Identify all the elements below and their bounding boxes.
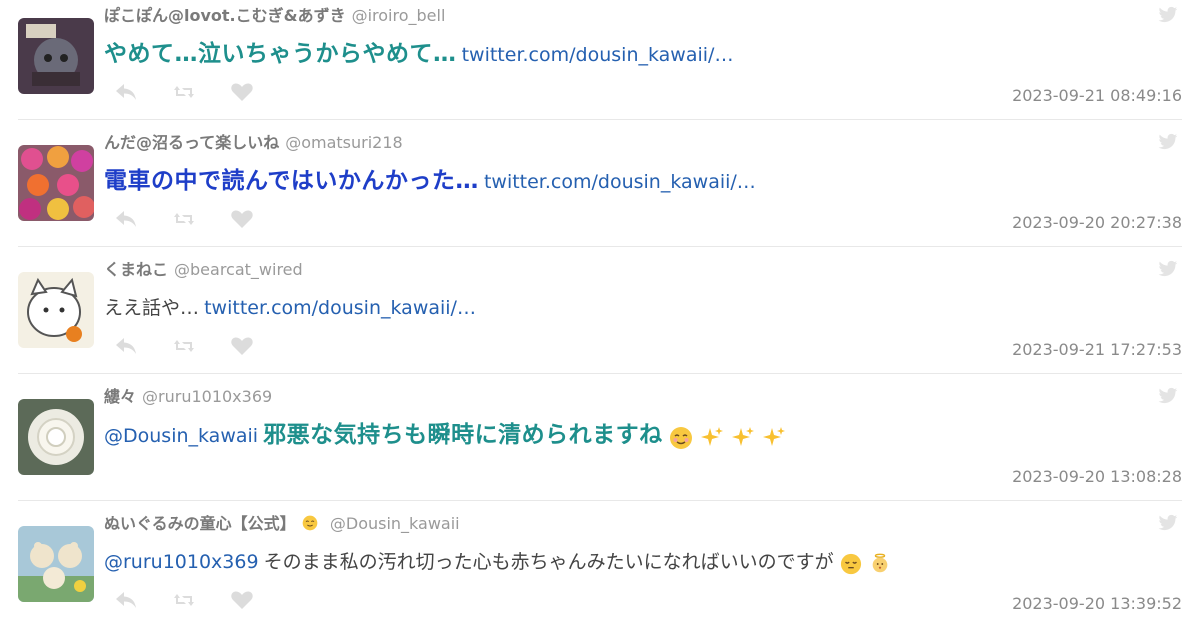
tweet-timestamp[interactable]: 2023-09-21 17:27:53	[1012, 340, 1182, 359]
tweet-text: やめて…泣いちゃうからやめて… twitter.com/dousin_kawai…	[104, 40, 733, 70]
retweet-icon[interactable]	[172, 82, 196, 102]
author-handle[interactable]: @omatsuri218	[285, 133, 403, 152]
avatar[interactable]	[18, 18, 94, 94]
author-name[interactable]: んだ@沼るって楽しいね	[104, 133, 279, 152]
tweet-item: ぬいぐるみの童心【公式】 @Dousin_kawaii @ruru1010x36…	[18, 508, 1182, 628]
tweet-link[interactable]: twitter.com/dousin_kawaii/…	[462, 44, 734, 66]
twitter-bird-icon[interactable]	[1158, 514, 1178, 532]
tweet-actions	[114, 588, 254, 612]
relieved-face-emoji-icon	[669, 426, 692, 449]
tweet-message: 邪悪な気持ちも瞬時に清められますね	[263, 422, 663, 448]
author-handle[interactable]: @ruru1010x369	[142, 387, 272, 406]
tweet-feed: ぽこぽん@lovot.こむぎ&あずき @iroiro_bell やめて…泣いちゃう…	[0, 0, 1200, 639]
reply-icon[interactable]	[114, 336, 138, 356]
smiling-face-emoji-icon	[302, 515, 318, 531]
twitter-bird-icon[interactable]	[1158, 6, 1178, 24]
tweet-item: ぽこぽん@lovot.こむぎ&あずき @iroiro_bell やめて…泣いちゃう…	[18, 0, 1182, 120]
tweet-message: そのまま私の汚れ切った心も赤ちゃんみたいになればいいのですが	[263, 551, 834, 573]
heart-icon[interactable]	[230, 82, 254, 102]
tweet-message: やめて…泣いちゃうからやめて…	[104, 41, 457, 67]
sparkles-icon	[731, 426, 754, 446]
tweet-actions	[114, 80, 254, 104]
mention-link[interactable]: @ruru1010x369	[104, 551, 259, 573]
tweet-item: んだ@沼るって楽しいね @omatsuri218 電車の中で読んではいかんかった……	[18, 127, 1182, 247]
tweet-text: ええ話や… twitter.com/dousin_kawaii/…	[104, 294, 476, 323]
avatar[interactable]	[18, 272, 94, 348]
tweet-actions	[114, 207, 254, 231]
author-name[interactable]: ぬいぐるみの童心【公式】	[104, 514, 296, 533]
avatar[interactable]	[18, 399, 94, 475]
heart-icon[interactable]	[230, 336, 254, 356]
author-handle[interactable]: @iroiro_bell	[352, 6, 446, 25]
tweet-link[interactable]: twitter.com/dousin_kawaii/…	[484, 171, 756, 193]
tweet-author: くまねこ @bearcat_wired	[104, 256, 303, 280]
tweet-text: @ruru1010x369 そのまま私の汚れ切った心も赤ちゃんみたいになればいい…	[104, 548, 892, 577]
tweet-link[interactable]: twitter.com/dousin_kawaii/…	[204, 297, 476, 319]
baby-angel-emoji-icon	[872, 553, 888, 572]
tweet-author: んだ@沼るって楽しいね @omatsuri218	[104, 129, 403, 153]
author-handle[interactable]: @Dousin_kawaii	[330, 514, 460, 533]
author-name[interactable]: くまねこ	[104, 260, 168, 279]
tweet-author: 縷々 @ruru1010x369	[104, 383, 272, 407]
heart-icon[interactable]	[230, 209, 254, 229]
tweet-text: 電車の中で読んではいかんかった… twitter.com/dousin_kawa…	[104, 167, 756, 197]
twitter-bird-icon[interactable]	[1158, 133, 1178, 151]
twitter-bird-icon[interactable]	[1158, 260, 1178, 278]
avatar[interactable]	[18, 526, 94, 602]
tweet-timestamp[interactable]: 2023-09-20 20:27:38	[1012, 213, 1182, 232]
author-name[interactable]: 縷々	[104, 387, 136, 406]
twitter-bird-icon[interactable]	[1158, 387, 1178, 405]
reply-icon[interactable]	[114, 82, 138, 102]
reply-icon[interactable]	[114, 209, 138, 229]
mention-link[interactable]: @Dousin_kawaii	[104, 425, 258, 447]
retweet-icon[interactable]	[172, 209, 196, 229]
retweet-icon[interactable]	[172, 590, 196, 610]
reply-icon[interactable]	[114, 590, 138, 610]
tweet-message: ええ話や…	[104, 297, 200, 319]
tweet-actions	[114, 334, 254, 358]
tweet-author: ぽこぽん@lovot.こむぎ&あずき @iroiro_bell	[104, 2, 445, 26]
author-name[interactable]: ぽこぽん@lovot.こむぎ&あずき	[104, 6, 346, 25]
relieved-face-emoji-icon	[840, 553, 861, 574]
tweet-item: くまねこ @bearcat_wired ええ話や… twitter.com/dou…	[18, 254, 1182, 374]
retweet-icon[interactable]	[172, 336, 196, 356]
sparkles-icon	[700, 426, 723, 446]
tweet-timestamp[interactable]: 2023-09-20 13:08:28	[1012, 467, 1182, 486]
tweet-timestamp[interactable]: 2023-09-20 13:39:52	[1012, 594, 1182, 613]
tweet-item: 縷々 @ruru1010x369 @Dousin_kawaii 邪悪な気持ちも瞬時…	[18, 381, 1182, 501]
heart-icon[interactable]	[230, 590, 254, 610]
sparkles-icon	[763, 426, 786, 446]
tweet-timestamp[interactable]: 2023-09-21 08:49:16	[1012, 86, 1182, 105]
tweet-message: 電車の中で読んではいかんかった…	[104, 168, 479, 194]
author-handle[interactable]: @bearcat_wired	[174, 260, 303, 279]
tweet-author: ぬいぐるみの童心【公式】 @Dousin_kawaii	[104, 510, 460, 534]
tweet-text: @Dousin_kawaii 邪悪な気持ちも瞬時に清められますね	[104, 421, 787, 451]
avatar[interactable]	[18, 145, 94, 221]
